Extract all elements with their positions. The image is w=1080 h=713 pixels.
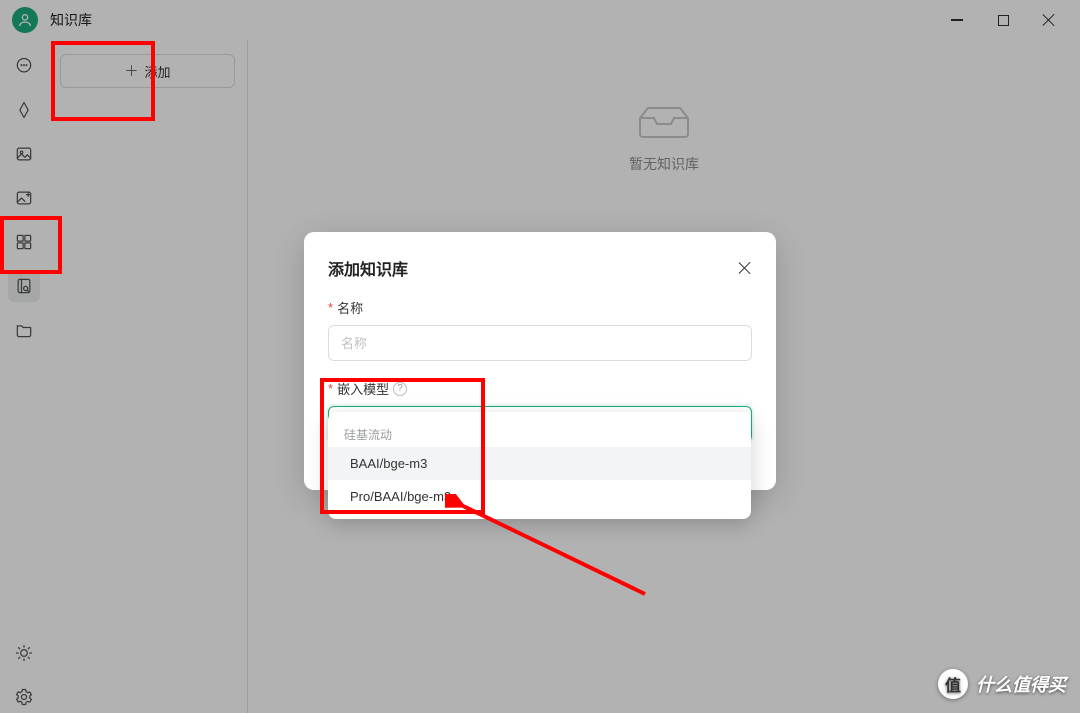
embed-model-dropdown: 硅基流动 BAAI/bge-m3 Pro/BAAI/bge-m3	[328, 412, 751, 519]
dropdown-option-0[interactable]: BAAI/bge-m3	[328, 447, 751, 480]
modal-close-button[interactable]	[738, 261, 752, 275]
watermark-badge: 值	[938, 669, 968, 699]
watermark-text: 什么值得买	[976, 671, 1066, 697]
dropdown-group-label: 硅基流动	[328, 420, 751, 447]
modal-title: 添加知识库	[328, 256, 408, 280]
watermark: 值 什么值得买	[938, 669, 1066, 699]
name-input[interactable]	[328, 325, 752, 361]
dropdown-option-1[interactable]: Pro/BAAI/bge-m3	[328, 480, 751, 513]
embed-model-label: *嵌入模型 ?	[328, 379, 752, 398]
help-icon[interactable]: ?	[393, 382, 407, 396]
name-label: *名称	[328, 298, 752, 317]
